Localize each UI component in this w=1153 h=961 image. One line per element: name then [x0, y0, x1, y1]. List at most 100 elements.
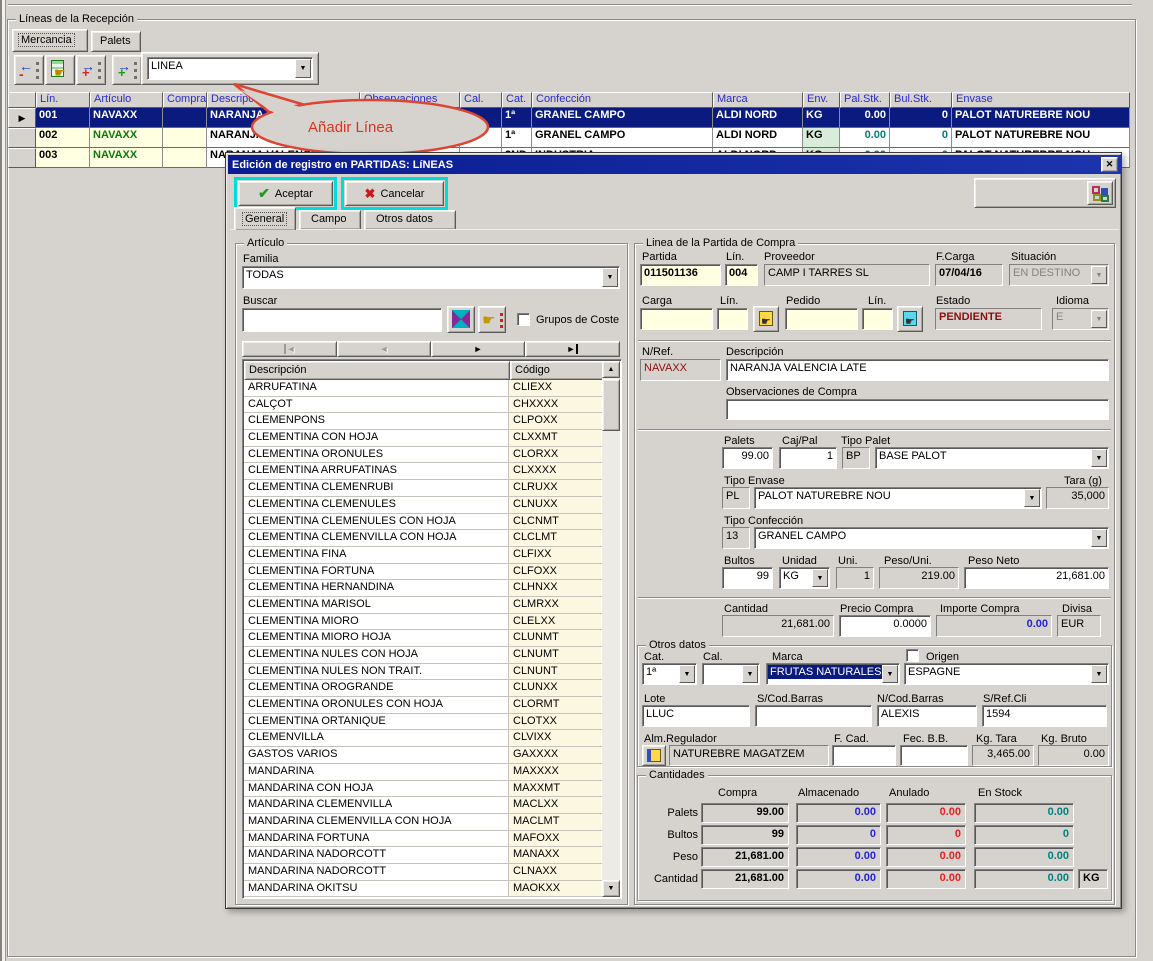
- insert-line-button[interactable]: → +: [76, 55, 106, 85]
- dropdown-icon[interactable]: ▼: [812, 569, 828, 587]
- article-list-item[interactable]: MANDARINA CLEMENVILLA CON HOJA MACLMT: [244, 814, 603, 831]
- article-list-item[interactable]: GASTOS VARIOS GAXXXX: [244, 747, 603, 764]
- dropdown-icon[interactable]: ▼: [882, 665, 898, 683]
- article-list-item[interactable]: CLEMENTINA CON HOJA CLXXMT: [244, 430, 603, 447]
- carga-input[interactable]: [640, 308, 713, 330]
- cell-lin[interactable]: 002: [36, 128, 90, 148]
- cell-palstk[interactable]: 0.00: [840, 108, 890, 128]
- familia-combobox[interactable]: TODAS ▼: [242, 266, 620, 289]
- dropdown-icon[interactable]: ▼: [1091, 665, 1107, 683]
- dialog-close-button[interactable]: ✕: [1101, 157, 1118, 172]
- grid-header-marca[interactable]: Marca: [713, 92, 803, 108]
- cell-env[interactable]: KG: [803, 128, 840, 148]
- grid-header-confeccion[interactable]: Confección: [532, 92, 713, 108]
- cell-env[interactable]: KG: [803, 108, 840, 128]
- article-list-item[interactable]: CLEMENTINA HERNANDINA CLHNXX: [244, 580, 603, 597]
- delete-line-button[interactable]: ← -: [14, 55, 44, 85]
- nav-last-button[interactable]: ►: [525, 341, 620, 357]
- article-list-item[interactable]: CLEMENTINA MIORO CLELXX: [244, 614, 603, 631]
- unidad-combobox[interactable]: KG ▼: [779, 567, 830, 589]
- cell-marca[interactable]: ALDI NORD: [713, 108, 803, 128]
- accept-button[interactable]: ✔ Aceptar: [238, 181, 333, 206]
- tab-mercancia[interactable]: Mercancia: [12, 29, 88, 52]
- marca-combobox[interactable]: FRUTAS NATURALES ▼: [766, 663, 900, 685]
- article-list-item[interactable]: MANDARINA CLEMENVILLA MACLXX: [244, 797, 603, 814]
- scod-input[interactable]: [755, 705, 872, 727]
- dropdown-icon[interactable]: ▼: [679, 665, 695, 683]
- article-list-item[interactable]: MANDARINA NADORCOTT CLNAXX: [244, 864, 603, 881]
- grid-header-lin[interactable]: Lín.: [36, 92, 90, 108]
- grid-header-bulstk[interactable]: Bul.Stk.: [890, 92, 952, 108]
- cell-bulstk[interactable]: 0: [890, 128, 952, 148]
- article-list-item[interactable]: CLEMENVILLA CLVIXX: [244, 730, 603, 747]
- cell-articulo[interactable]: NAVAXX: [90, 148, 163, 168]
- cat-combobox[interactable]: 1ª ▼: [642, 663, 697, 685]
- grid-row-002[interactable]: 002 NAVAXX NARANJA VALENCIA LA 1ª GRANEL…: [8, 128, 1130, 148]
- partida-lin-input[interactable]: 004: [725, 264, 758, 286]
- carga-lookup-button[interactable]: ☛: [753, 306, 779, 332]
- dropdown-icon[interactable]: ▼: [602, 268, 618, 287]
- fecbb-input[interactable]: [900, 745, 968, 766]
- cajpal-input[interactable]: 1: [779, 447, 837, 469]
- article-list-item[interactable]: CLEMENTINA NULES CON HOJA CLNUMT: [244, 647, 603, 664]
- tipo-palet-combobox[interactable]: BASE PALOT ▼: [875, 447, 1109, 469]
- origen-combobox[interactable]: ESPAGNE ▼: [904, 663, 1109, 685]
- article-list-item[interactable]: CLEMENTINA ORONULES CON HOJA CLORMT: [244, 697, 603, 714]
- lote-input[interactable]: LLUC: [642, 705, 750, 727]
- article-list-item[interactable]: CLEMENTINA MIORO HOJA CLUNMT: [244, 630, 603, 647]
- list-header-descripcion[interactable]: Descripción: [244, 361, 510, 380]
- add-line-button[interactable]: → +: [112, 55, 142, 85]
- cell-articulo[interactable]: NAVAXX: [90, 108, 163, 128]
- grupos-coste-checkbox[interactable]: [517, 313, 530, 326]
- cell-envase[interactable]: PALOT NATUREBRE NOU: [952, 128, 1130, 148]
- origen-checkbox[interactable]: [906, 649, 919, 662]
- article-list-item[interactable]: MANDARINA MAXXXX: [244, 764, 603, 781]
- grid-config-button[interactable]: [1087, 181, 1113, 205]
- article-list-item[interactable]: CLEMENTINA OROGRANDE CLUNXX: [244, 680, 603, 697]
- tipo-envase-combobox[interactable]: PALOT NATUREBRE NOU ▼: [754, 487, 1042, 509]
- grid-row-001[interactable]: ▶ 001 NAVAXX NARANJA VALENCIA LA 1ª GRAN…: [8, 108, 1130, 128]
- dialog-tab-campo[interactable]: Campo: [299, 210, 361, 230]
- buscar-input[interactable]: [242, 308, 442, 332]
- nav-next-button[interactable]: ►: [431, 341, 525, 357]
- article-list-item[interactable]: MANDARINA CON HOJA MAXXMT: [244, 781, 603, 798]
- bultos-input[interactable]: 99: [722, 567, 773, 589]
- article-list-item[interactable]: CLEMENTINA CLEMENVILLA CON HOJA CLCLMT: [244, 530, 603, 547]
- tipo-confeccion-combobox[interactable]: GRANEL CAMPO ▼: [754, 527, 1109, 549]
- cancel-button[interactable]: ✖ Cancelar: [345, 181, 444, 206]
- list-scrollbar[interactable]: ▲ ▼: [602, 361, 620, 897]
- row-selector-cell[interactable]: [8, 148, 36, 168]
- dropdown-icon[interactable]: ▼: [1091, 449, 1107, 467]
- article-list-item[interactable]: CLEMENTINA NULES NON TRAIT. CLNUNT: [244, 664, 603, 681]
- article-list-item[interactable]: CLEMENTINA CLEMENRUBI CLRUXX: [244, 480, 603, 497]
- dropdown-icon[interactable]: ▼: [1024, 489, 1040, 507]
- precio-input[interactable]: 0.0000: [839, 615, 931, 637]
- observaciones-input[interactable]: [726, 399, 1109, 420]
- cell-lin[interactable]: 003: [36, 148, 90, 168]
- cal-combobox[interactable]: ▼: [702, 663, 760, 685]
- cell-envase[interactable]: PALOT NATUREBRE NOU: [952, 108, 1130, 128]
- nav-first-button[interactable]: ◄: [242, 341, 337, 357]
- cell-articulo[interactable]: NAVAXX: [90, 128, 163, 148]
- ncod-input[interactable]: ALEXIS: [877, 705, 977, 727]
- article-list-item[interactable]: ARRUFATINA CLIEXX: [244, 380, 603, 397]
- descripcion-input[interactable]: NARANJA VALENCIA LATE: [726, 359, 1109, 381]
- pesoneto-input[interactable]: 21,681.00: [964, 567, 1109, 589]
- carga-lin-input[interactable]: [717, 308, 748, 330]
- grid-header-palstk[interactable]: Pal.Stk.: [840, 92, 890, 108]
- dropdown-icon[interactable]: ▼: [1091, 529, 1107, 547]
- grid-header-env[interactable]: Env.: [803, 92, 840, 108]
- grid-header-envase[interactable]: Envase: [952, 92, 1130, 108]
- cell-bulstk[interactable]: 0: [890, 108, 952, 128]
- srefcli-input[interactable]: 1594: [982, 705, 1107, 727]
- article-list-item[interactable]: MANDARINA FORTUNA MAFOXX: [244, 831, 603, 848]
- goto-article-button[interactable]: ☛: [478, 306, 506, 333]
- cell-confeccion[interactable]: GRANEL CAMPO: [532, 108, 713, 128]
- edit-line-button[interactable]: ☛: [45, 55, 75, 85]
- article-list-item[interactable]: CLEMENTINA ORTANIQUE CLOTXX: [244, 714, 603, 731]
- scroll-up-button[interactable]: ▲: [602, 361, 620, 378]
- grid-header-articulo[interactable]: Artículo: [90, 92, 163, 108]
- fcad-input[interactable]: [832, 745, 896, 766]
- dialog-tab-otros-datos[interactable]: Otros datos: [364, 210, 456, 230]
- dropdown-icon[interactable]: ▼: [742, 665, 758, 683]
